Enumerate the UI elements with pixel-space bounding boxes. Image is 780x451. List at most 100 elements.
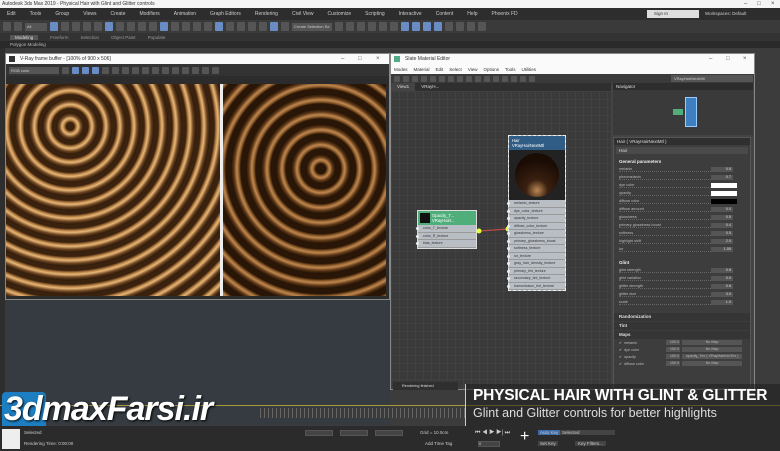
vfb-tool-icon[interactable] <box>112 66 119 74</box>
param-spinner[interactable]: 0.4 <box>711 222 733 228</box>
toolbar-tool-icon[interactable] <box>423 22 431 31</box>
vfb-tool-icon[interactable] <box>182 66 189 74</box>
sme-tool-icon[interactable] <box>484 75 490 82</box>
sme-menu-tools[interactable]: Tools <box>505 67 516 72</box>
sme-tool-icon[interactable] <box>421 75 427 82</box>
sme-tool-icon[interactable] <box>511 75 517 82</box>
vfb-tool-icon[interactable] <box>162 66 169 74</box>
param-spinner[interactable]: 2.0 <box>711 238 733 244</box>
named-selection-set[interactable]: Create Selection Se <box>292 22 332 31</box>
menu-tools[interactable]: Tools <box>23 11 49 17</box>
map-enable-checkbox[interactable]: ✔ <box>619 348 622 352</box>
maximize-button[interactable]: □ <box>358 54 362 64</box>
selection-filter-dropdown[interactable]: All <box>25 22 47 31</box>
toolbar-tool-icon[interactable] <box>281 22 289 31</box>
toolbar-tool-icon[interactable] <box>259 22 267 31</box>
y-coordinate-field[interactable] <box>340 430 368 436</box>
node-input-slot[interactable]: secondary_tint_texture <box>507 275 565 283</box>
add-key-button[interactable]: + <box>520 428 529 446</box>
close-button[interactable]: × <box>771 0 775 8</box>
minimize-button[interactable]: – <box>341 54 344 64</box>
node-input-slot[interactable]: primary_tint_texture <box>507 268 565 275</box>
vfb-tool-icon[interactable] <box>152 66 159 74</box>
toolbar-tool-icon[interactable] <box>335 22 343 31</box>
sme-menu-modes[interactable]: Modes <box>394 67 408 72</box>
sme-tool-icon[interactable] <box>466 75 472 82</box>
map-enable-checkbox[interactable]: ✔ <box>619 355 622 359</box>
param-spinner[interactable]: 1.0 <box>711 299 733 305</box>
menu-help[interactable]: Help <box>460 11 484 17</box>
map-slot-button[interactable]: opacity_Tex ( VRayHairInfoTex ) <box>682 354 743 359</box>
node-input-slot[interactable]: melanin_texture <box>507 200 565 208</box>
toolbar-tool-icon[interactable] <box>61 22 69 31</box>
timeline-ruler[interactable] <box>260 408 465 418</box>
sme-menu-utilities[interactable]: Utilities <box>522 67 537 72</box>
toolbar-tool-icon[interactable] <box>248 22 256 31</box>
menu-civil-view[interactable]: Civil View <box>285 11 321 17</box>
menu-animation[interactable]: Animation <box>167 11 203 17</box>
param-spinner[interactable]: 0.5 <box>711 214 733 220</box>
rollout-tint[interactable]: Tint <box>614 322 750 330</box>
workspace-selector[interactable]: Workspaces: Default <box>705 10 746 18</box>
maximize-button[interactable]: □ <box>757 0 761 8</box>
toolbar-tool-icon[interactable] <box>171 22 179 31</box>
toolbar-tool-icon[interactable] <box>456 22 464 31</box>
toolbar-tool-icon[interactable] <box>379 22 387 31</box>
map-slot-button[interactable]: No Map <box>682 361 743 366</box>
param-spinner[interactable]: 0.8 <box>711 267 733 273</box>
sme-menu-material[interactable]: Material <box>414 67 430 72</box>
vfb-tool-icon[interactable] <box>122 66 129 74</box>
map-slot-button[interactable]: No Map <box>682 340 743 345</box>
map-amount[interactable]: 100.0 <box>666 347 681 352</box>
close-button[interactable]: × <box>743 54 747 64</box>
toolbar-tool-icon[interactable] <box>467 22 475 31</box>
set-key-button[interactable]: Set Key <box>538 441 558 446</box>
navigator-viewport-rect[interactable] <box>685 97 697 127</box>
param-spinner[interactable]: 0.5 <box>711 230 733 236</box>
toolbar-tool-icon[interactable] <box>390 22 398 31</box>
toolbar-tool-icon[interactable] <box>193 22 201 31</box>
minimize-button[interactable]: – <box>744 0 747 8</box>
toolbar-tool-icon[interactable] <box>346 22 354 31</box>
toolbar-tool-icon[interactable] <box>368 22 376 31</box>
menu-phoenix-fd[interactable]: Phoenix FD <box>485 11 525 17</box>
toolbar-tool-icon[interactable] <box>72 22 80 31</box>
tab-view1[interactable]: View1 <box>391 83 416 91</box>
node-hair-material[interactable]: Hair VRayHairNextMtl melanin_texture dye_c… <box>507 135 566 291</box>
vfb-tool-icon[interactable] <box>142 66 149 74</box>
undo-icon[interactable] <box>3 22 11 31</box>
map-amount[interactable]: 100.0 <box>666 354 681 359</box>
vfb-tool-icon[interactable] <box>72 66 79 74</box>
menu-rendering[interactable]: Rendering <box>248 11 285 17</box>
node-input-slot[interactable]: primary_glossiness_boost <box>507 238 565 245</box>
toolbar-tool-icon[interactable] <box>434 22 442 31</box>
sme-tool-icon[interactable] <box>529 75 535 82</box>
toolbar-tool-icon[interactable] <box>226 22 234 31</box>
current-frame-field[interactable]: 0 <box>478 441 500 447</box>
rollout-randomization[interactable]: Randomization <box>614 313 750 321</box>
menu-customize[interactable]: Customize <box>321 11 359 17</box>
output-socket[interactable] <box>476 228 482 234</box>
menu-interactive[interactable]: Interactive <box>392 11 429 17</box>
menu-group[interactable]: Group <box>48 11 76 17</box>
node-graph[interactable]: Opacity_T... VRayHairI... color_T_texture… <box>391 91 611 389</box>
toolbar-tool-icon[interactable] <box>138 22 146 31</box>
rollout-maps[interactable]: Maps <box>614 331 750 339</box>
vfb-tool-icon[interactable] <box>102 66 109 74</box>
channel-select[interactable]: RGB color <box>9 66 59 74</box>
menu-create[interactable]: Create <box>103 11 132 17</box>
close-button[interactable]: × <box>376 54 380 64</box>
sme-tool-icon[interactable] <box>457 75 463 82</box>
toolbar-tool-icon[interactable] <box>412 22 420 31</box>
ribbon-tab-populate[interactable]: Populate <box>148 35 166 40</box>
x-coordinate-field[interactable] <box>305 430 333 436</box>
map-enable-checkbox[interactable]: ✔ <box>619 341 622 345</box>
toolbar-tool-icon[interactable] <box>94 22 102 31</box>
param-spinner[interactable]: 0.5 <box>711 166 733 172</box>
ribbon-tab-selection[interactable]: Selection <box>81 35 100 40</box>
map-enable-checkbox[interactable]: ✔ <box>619 362 622 366</box>
menu-content[interactable]: Content <box>429 11 461 17</box>
sme-tool-icon[interactable] <box>520 75 526 82</box>
menu-graph-editors[interactable]: Graph Editors <box>203 11 248 17</box>
vfb-tool-icon[interactable] <box>132 66 139 74</box>
